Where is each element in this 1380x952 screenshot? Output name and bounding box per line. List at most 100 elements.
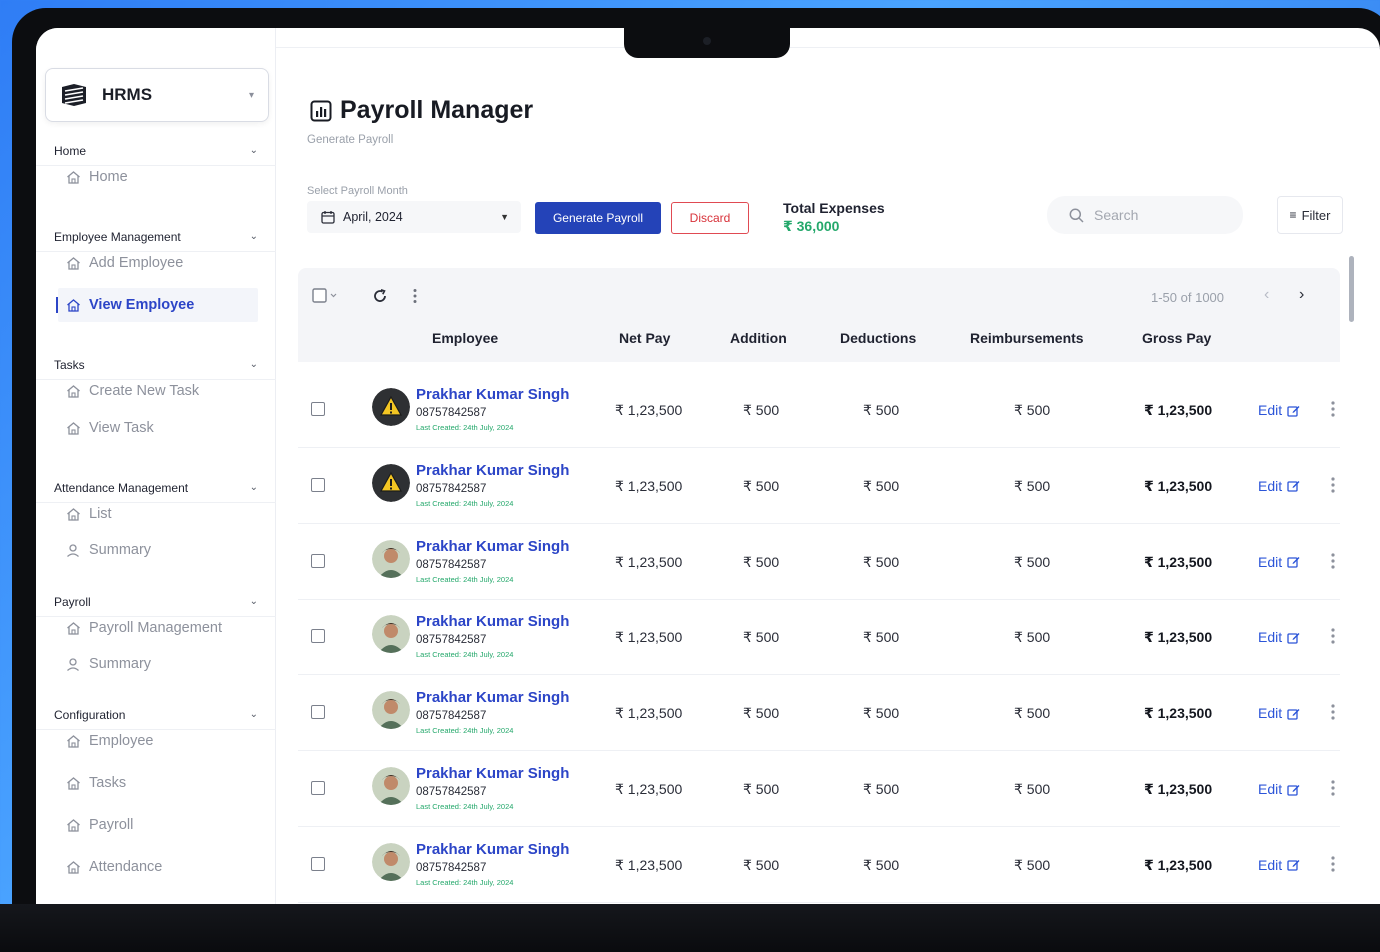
sidebar-item-view-employee[interactable]: View Employee	[56, 288, 258, 322]
employee-name-link[interactable]: Prakhar Kumar Singh	[416, 538, 569, 555]
reimbursements-cell: ₹ 500	[1014, 781, 1051, 797]
sidebar-item-tasks[interactable]: Tasks	[58, 766, 258, 800]
search-box[interactable]: Search	[1047, 196, 1243, 234]
home-icon	[66, 621, 89, 636]
edit-button[interactable]: Edit	[1258, 554, 1300, 570]
edit-button[interactable]: Edit	[1258, 478, 1300, 494]
table-row[interactable]: Prakhar Kumar Singh 08757842587 Last Creat…	[298, 524, 1340, 600]
deductions-cell: ₹ 500	[863, 402, 900, 418]
edit-label: Edit	[1258, 402, 1283, 418]
row-checkbox[interactable]	[311, 553, 325, 568]
select-all-checkbox[interactable]	[312, 288, 340, 309]
row-checkbox[interactable]	[311, 402, 325, 416]
row-more-icon[interactable]	[1330, 855, 1336, 878]
addition-cell: ₹ 500	[743, 705, 780, 722]
row-checkbox[interactable]	[311, 856, 325, 871]
filter-icon: ≡	[1289, 208, 1297, 222]
row-more-icon[interactable]	[1330, 476, 1336, 499]
home-icon	[66, 384, 89, 399]
column-header-reimbursements[interactable]: Reimbursements	[970, 330, 1084, 346]
edit-button[interactable]: Edit	[1258, 857, 1300, 873]
sidebar-item-add-employee[interactable]: Add Employee	[58, 246, 258, 280]
sidebar-section-label: Employee Management	[54, 229, 181, 244]
sidebar-section-label: Home	[54, 143, 87, 158]
scrollbar[interactable]	[1349, 256, 1354, 322]
home-icon	[66, 734, 89, 749]
addition-cell: ₹ 500	[743, 553, 780, 570]
row-more-icon[interactable]	[1330, 627, 1336, 650]
generate-payroll-button[interactable]: Generate Payroll	[535, 202, 661, 234]
filter-button[interactable]: ≡ Filter	[1277, 196, 1343, 234]
net-pay-cell: ₹ 1,23,500	[615, 553, 683, 570]
avatar	[372, 842, 410, 881]
row-checkbox[interactable]	[311, 477, 325, 492]
chevron-left-icon[interactable]: ‹	[1264, 286, 1269, 304]
employee-phone: 08757842587	[416, 710, 487, 723]
sidebar-item-create-new-task[interactable]: Create New Task	[58, 374, 258, 408]
sidebar-item-label: List	[89, 506, 112, 522]
refresh-icon[interactable]	[372, 288, 388, 309]
more-vertical-icon[interactable]	[412, 288, 418, 309]
search-icon	[1069, 208, 1084, 223]
row-checkbox[interactable]	[311, 781, 325, 795]
table-row[interactable]: Prakhar Kumar Singh 08757842587 Last Creat…	[298, 599, 1340, 676]
sidebar-item-view-task[interactable]: View Task	[58, 411, 258, 445]
payroll-month-select[interactable]: April, 2024 ▼	[307, 201, 521, 233]
sidebar-item-payroll-management[interactable]: Payroll Management	[58, 611, 258, 645]
row-more-icon[interactable]	[1330, 779, 1336, 802]
sidebar-item-employee[interactable]: Employee	[58, 724, 258, 758]
sidebar-item-summary[interactable]: Summary	[58, 647, 258, 681]
edit-button[interactable]: Edit	[1258, 781, 1300, 797]
home-icon	[66, 507, 89, 522]
row-more-icon[interactable]	[1330, 400, 1336, 423]
sidebar-section-label: Configuration	[54, 707, 126, 722]
sidebar-item-attendance[interactable]: Attendance	[58, 850, 258, 884]
hrms-logo-icon	[62, 84, 86, 106]
table-row[interactable]: Prakhar Kumar Singh 08757842587 Last Creat…	[298, 372, 1340, 448]
sidebar-item-summary[interactable]: Summary	[58, 533, 258, 567]
edit-icon	[1282, 479, 1300, 492]
addition-cell: ₹ 500	[743, 629, 780, 646]
page-subtitle: Generate Payroll	[307, 134, 394, 146]
row-checkbox[interactable]	[311, 705, 325, 720]
filter-label: Filter	[1301, 207, 1331, 223]
sidebar-item-payroll[interactable]: Payroll	[58, 808, 258, 842]
edit-button[interactable]: Edit	[1258, 402, 1300, 418]
discard-button[interactable]: Discard	[671, 202, 749, 234]
chevron-right-icon[interactable]: ›	[1299, 286, 1304, 304]
employee-name-link[interactable]: Prakhar Kumar Singh	[416, 689, 569, 706]
row-more-icon[interactable]	[1330, 552, 1336, 575]
edit-icon	[1282, 858, 1300, 871]
employee-name-link[interactable]: Prakhar Kumar Singh	[416, 462, 569, 479]
row-checkbox[interactable]	[311, 629, 325, 644]
main-content: Payroll Manager Generate Payroll Select …	[276, 28, 1380, 904]
table-row[interactable]: Prakhar Kumar Singh 08757842587 Last Creat…	[298, 448, 1340, 524]
edit-icon	[1282, 404, 1300, 417]
month-label: Select Payroll Month	[307, 185, 408, 197]
employee-name-link[interactable]: Prakhar Kumar Singh	[416, 841, 569, 858]
table-row[interactable]: Prakhar Kumar Singh 08757842587 Last Creat…	[298, 827, 1340, 903]
workspace-switcher[interactable]: HRMS ▾	[45, 68, 269, 122]
sidebar-item-home[interactable]: Home	[58, 160, 258, 194]
caret-down-icon: ▼	[500, 212, 509, 222]
addition-cell: ₹ 500	[743, 781, 780, 797]
chevron-down-icon: ⌄	[249, 482, 258, 493]
sidebar-item-list[interactable]: List	[58, 497, 258, 531]
employee-name-link[interactable]: Prakhar Kumar Singh	[416, 765, 569, 782]
column-header-addition[interactable]: Addition	[730, 330, 787, 346]
employee-name-link[interactable]: Prakhar Kumar Singh	[416, 386, 569, 403]
column-header-net-pay[interactable]: Net Pay	[619, 330, 670, 346]
table-row[interactable]: Prakhar Kumar Singh 08757842587 Last Creat…	[298, 675, 1340, 752]
edit-button[interactable]: Edit	[1258, 629, 1300, 645]
column-header-deductions[interactable]: Deductions	[840, 330, 916, 346]
employee-phone: 08757842587	[416, 482, 487, 495]
employee-name-link[interactable]: Prakhar Kumar Singh	[416, 613, 569, 630]
table-row[interactable]: Prakhar Kumar Singh 08757842587 Last Creat…	[298, 751, 1340, 827]
net-pay-cell: ₹ 1,23,500	[615, 629, 683, 646]
chevron-down-icon: ⌄	[249, 596, 258, 607]
pagination-info: 1-50 of 1000	[1151, 290, 1225, 305]
column-header-employee[interactable]: Employee	[432, 330, 498, 346]
row-more-icon[interactable]	[1330, 703, 1336, 726]
edit-button[interactable]: Edit	[1258, 705, 1300, 721]
column-header-gross-pay[interactable]: Gross Pay	[1142, 330, 1211, 346]
